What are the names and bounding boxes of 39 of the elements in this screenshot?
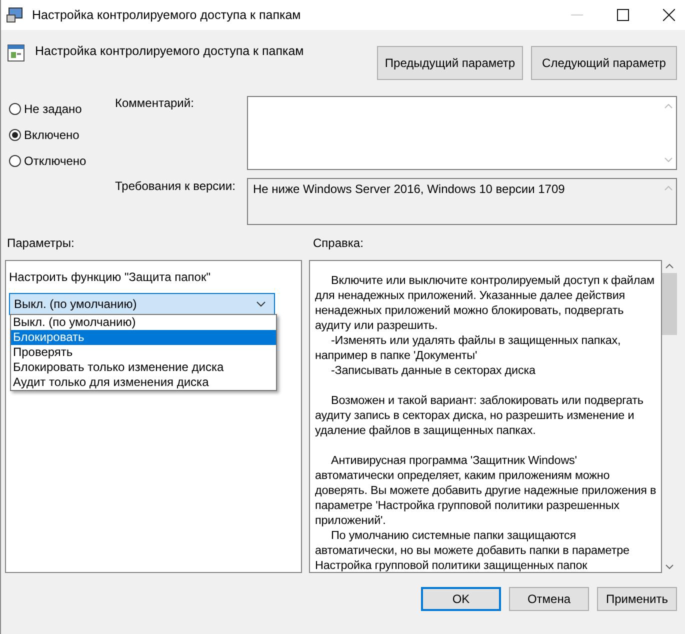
dropdown-option[interactable]: Аудит только для изменения диска: [11, 375, 276, 390]
dropdown-option[interactable]: Блокировать только изменение диска: [11, 360, 276, 375]
dropdown-option[interactable]: Блокировать: [11, 330, 276, 345]
radio-label: Отключено: [24, 154, 86, 168]
scroll-up-icon[interactable]: [665, 263, 674, 269]
chevron-down-icon: [256, 301, 266, 307]
scroll-thumb[interactable]: [662, 273, 677, 335]
radio-label: Не задано: [24, 102, 82, 116]
policy-icon: [7, 44, 25, 62]
comment-label: Комментарий:: [115, 96, 195, 110]
help-paragraph: По умолчанию системные папки защищаются автоматически, но вы можете добавить папки в параметре Настройка групповой политики защищенных папок: [315, 528, 630, 572]
close-icon[interactable]: [663, 9, 675, 21]
setting-label: Настроить функцию "Защита папок": [9, 270, 212, 284]
dropdown[interactable]: Выкл. (по умолчанию): [9, 293, 275, 315]
parameters-label: Параметры:: [6, 236, 76, 250]
maximize-icon[interactable]: [617, 9, 629, 21]
dialog-button[interactable]: OK: [421, 587, 501, 611]
requirements-label: Требования к версии:: [115, 178, 236, 193]
help-label: Справка:: [313, 236, 364, 250]
policy-title: Настройка контролируемого доступа к папкам: [35, 44, 304, 58]
scroll-down-icon[interactable]: [665, 564, 674, 570]
dialog-button[interactable]: Отмена: [509, 587, 589, 611]
window-title: Настройка контролируемого доступа к папкам: [32, 8, 301, 22]
help-paragraph: Антивирусная программа 'Защитник Windows' автоматически определяет, каким приложениям можно доверять. Вы можете добавить другие надежные приложения в параметре 'Настройка групповой политики разрешенных приложений'.: [315, 453, 657, 528]
nav-button[interactable]: Следующий параметр: [531, 46, 677, 80]
radio-label: Включено: [24, 128, 80, 142]
dialog-button[interactable]: Применить: [597, 587, 677, 611]
help-paragraph: -Изменять или удалять файлы в защищенных папках, например в папке 'Документы': [315, 333, 622, 363]
dropdown-option[interactable]: Выкл. (по умолчанию): [11, 315, 276, 330]
radio-button[interactable]: [9, 129, 21, 141]
help-paragraph: Возможен и такой вариант: заблокировать или подвергать аудиту запись в секторах диска, но разрешить изменение и удаление файлов в защищенных папках.: [315, 393, 644, 438]
nav-button[interactable]: Предыдущий параметр: [377, 46, 523, 80]
app-icon: [6, 7, 24, 23]
radio-button[interactable]: [9, 103, 21, 115]
dropdown-option[interactable]: Проверять: [11, 345, 276, 360]
requirements-value: Не ниже Windows Server 2016, Windows 10 версии 1709: [252, 181, 566, 198]
radio-button[interactable]: [9, 155, 21, 167]
help-paragraph: Включите или выключите контролируемый доступ к файлам для ненадежных приложений. Указанные далее действия ненадежных приложений можно блокировать, подвергать аудиту или разрешить.: [315, 273, 656, 333]
help-paragraph: -Записывать данные в секторах диска: [330, 363, 536, 378]
